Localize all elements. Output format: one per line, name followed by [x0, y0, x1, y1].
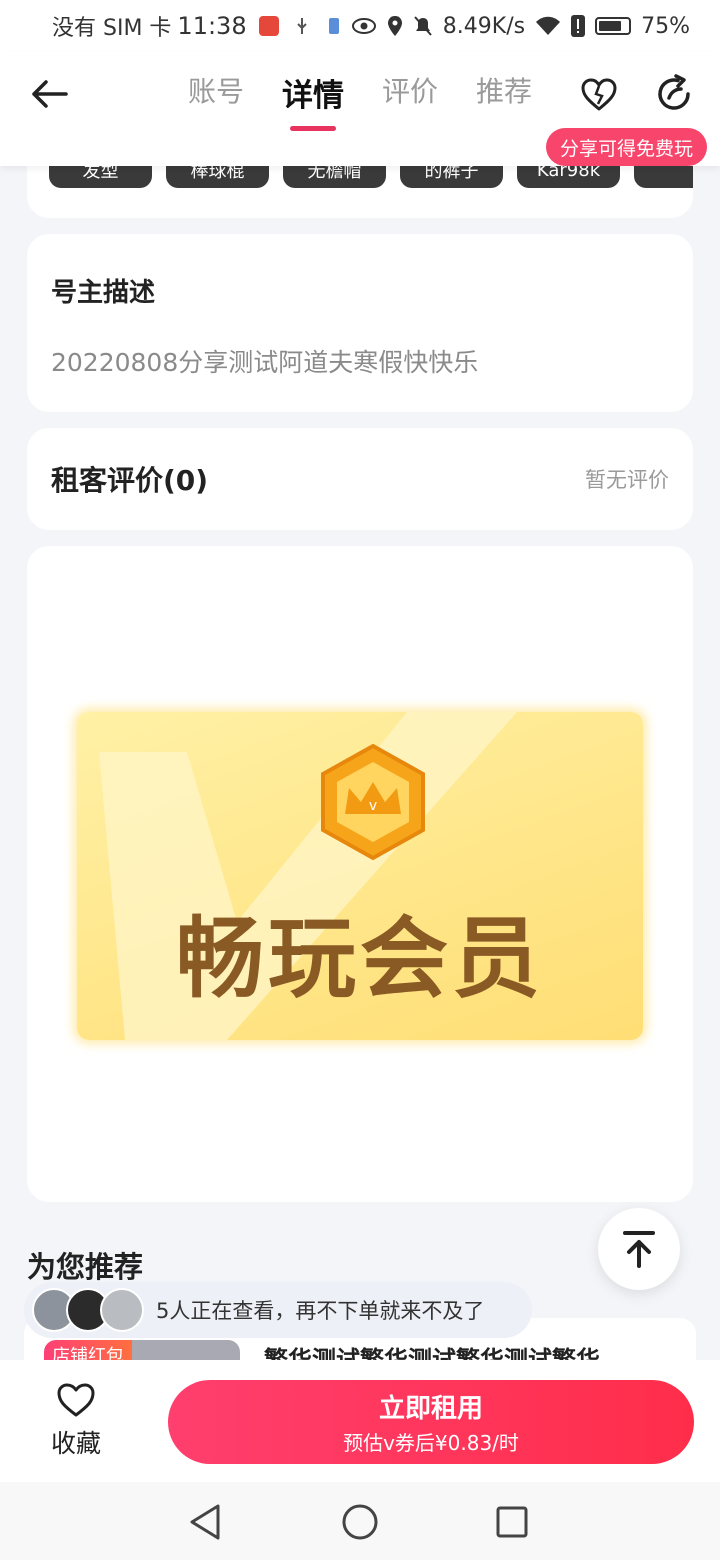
tab-bar: 账号 详情 评价 推荐: [188, 70, 532, 129]
alert-icon: [571, 15, 586, 37]
heart-icon: [57, 1383, 95, 1417]
battery-saver-icon: [328, 18, 339, 34]
tab-recommend[interactable]: 推荐: [476, 70, 532, 129]
share-icon[interactable]: [654, 74, 694, 114]
mute-bell-icon: [414, 16, 432, 36]
nav-home-circle-icon[interactable]: [340, 1502, 380, 1542]
battery-icon: [595, 17, 632, 35]
favorite-label: 收藏: [50, 1429, 101, 1458]
favorite-heart-icon[interactable]: [580, 76, 618, 114]
tab-details[interactable]: 详情: [282, 70, 344, 129]
usb-icon: [296, 18, 307, 34]
system-nav-bar: [0, 1482, 720, 1560]
rent-now-button[interactable]: 立即租用 预估v券后¥0.83/时: [168, 1380, 694, 1464]
bottom-action-bar: 收藏 立即租用 预估v券后¥0.83/时: [0, 1360, 720, 1482]
avatar: [100, 1288, 144, 1332]
vip-banner-text: 畅玩会员: [175, 907, 544, 1010]
app-notification-icon: [258, 16, 279, 36]
viewing-now-banner: 5人正在查看，再不下单就来不及了: [24, 1282, 532, 1338]
description-title: 号主描述: [51, 278, 156, 308]
reviews-empty-text: 暂无评价: [585, 468, 669, 492]
tab-reviews[interactable]: 评价: [382, 70, 438, 129]
vip-banner[interactable]: v 畅玩会员: [77, 712, 643, 1040]
rent-now-label: 立即租用: [378, 1394, 483, 1424]
description-card: 号主描述 20220808分享测试阿道夫寒假快快乐: [27, 234, 693, 412]
carrier-text: 没有 SIM 卡: [52, 16, 172, 41]
battery-percent: 75%: [641, 13, 690, 39]
tab-account[interactable]: 账号: [188, 70, 244, 129]
svg-text:v: v: [369, 798, 377, 814]
nav-recents-square-icon[interactable]: [492, 1502, 532, 1542]
clock: 11:38: [177, 12, 247, 40]
status-bar: 没有 SIM 卡 11:38 8.49K/s 75%: [0, 0, 720, 52]
viewer-avatars: [32, 1288, 152, 1332]
scroll-to-top-button[interactable]: [598, 1208, 680, 1290]
nav-back-triangle-icon[interactable]: [186, 1502, 226, 1542]
arrow-up-top-icon: [623, 1231, 655, 1268]
rent-price-estimate: 预估v券后¥0.83/时: [343, 1431, 519, 1455]
top-nav: 账号 详情 评价 推荐 分享可得免费玩: [0, 52, 720, 166]
favorite-button[interactable]: 收藏: [46, 1382, 106, 1460]
crown-badge-icon: v: [321, 743, 425, 861]
recommend-title: 为您推荐: [27, 1250, 144, 1284]
reviews-title: 租客评价(0): [51, 464, 209, 497]
vip-banner-card[interactable]: v 畅玩会员: [27, 546, 693, 1202]
viewing-now-text: 5人正在查看，再不下单就来不及了: [156, 1299, 485, 1323]
location-icon: [387, 16, 402, 36]
description-text: 20220808分享测试阿道夫寒假快快乐: [51, 348, 479, 377]
share-tip-badge[interactable]: 分享可得免费玩: [546, 128, 708, 166]
eye-icon: [351, 18, 376, 34]
back-arrow-icon[interactable]: [28, 72, 72, 116]
wifi-icon: [536, 16, 561, 35]
reviews-card[interactable]: 租客评价(0) 暂无评价: [27, 428, 693, 530]
net-speed: 8.49K/s: [442, 13, 526, 39]
